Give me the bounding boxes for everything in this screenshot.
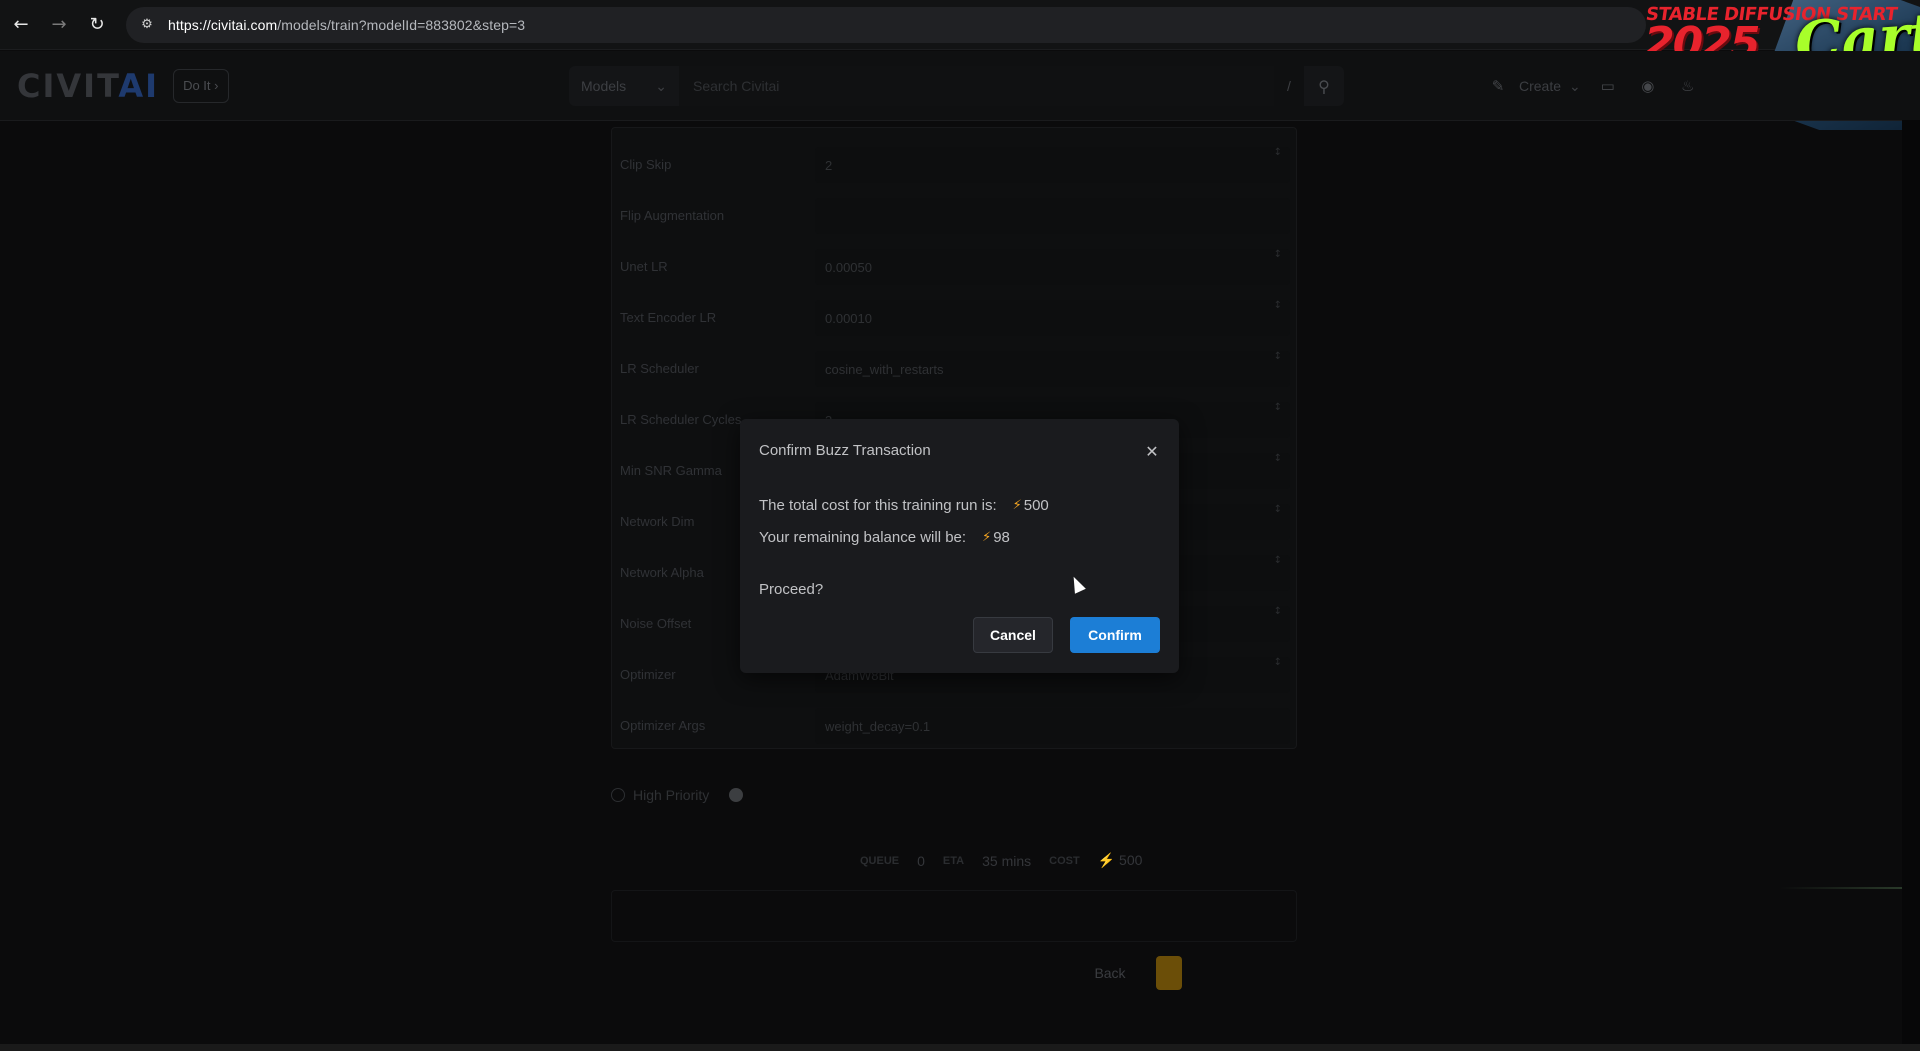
address-bar[interactable]: ⚙ https://civitai.com/models/train?model… (126, 6, 1646, 43)
select-arrow-icon[interactable]: ↕ (1274, 657, 1282, 668)
reload-icon[interactable]: ↻ (80, 8, 114, 42)
bottom-bar (0, 1044, 1920, 1051)
url-host: https://civitai.com (168, 16, 278, 33)
forward-arrow-icon[interactable]: → (42, 8, 76, 42)
info-icon (611, 788, 625, 802)
do-it-button[interactable]: Do It › (173, 68, 229, 103)
stepper-icon[interactable]: ↕ (1274, 249, 1282, 260)
form-input[interactable]: 0.00050 (815, 249, 1290, 285)
back-arrow-icon[interactable]: ← (4, 8, 38, 42)
form-row: Unet LR 0.00050 ↕ (612, 242, 1298, 293)
eta-label: ETA (942, 854, 965, 867)
form-label: Min SNR Gamma (620, 463, 722, 478)
high-priority-toggle[interactable] (729, 788, 744, 802)
logo-left: CIVIT (17, 66, 119, 105)
civitai-logo[interactable]: CIVITAI (17, 67, 159, 105)
modal-title: Confirm Buzz Transaction (759, 442, 931, 459)
form-label: LR Scheduler Cycles (620, 412, 742, 427)
form-label: Clip Skip (620, 157, 672, 172)
form-row: Text Encoder LR 0.00010 ↕ (612, 293, 1298, 344)
form-label: Flip Augmentation (620, 208, 725, 223)
cost-value: ⚡ 500 (1098, 852, 1143, 869)
stats-container (611, 890, 1297, 942)
url-text[interactable]: https://civitai.com/models/train?modelId… (168, 17, 525, 33)
high-priority-row: High Priority (611, 787, 744, 803)
form-row: Clip Skip 2 ↕ (612, 140, 1298, 191)
queue-value: 0 (917, 852, 925, 869)
lightning-bolt-icon: ⚡ (1097, 852, 1116, 868)
create-button[interactable]: ✎ Create ⌄ (1485, 73, 1581, 99)
form-row: Flip Augmentation (612, 191, 1298, 242)
search-input[interactable]: Search Civitai (679, 66, 1274, 106)
form-label: Unet LR (620, 259, 668, 274)
header-actions: ✎ Create ⌄ ▭ ◉ ♨ (1485, 73, 1701, 99)
confirm-buzz-modal: Confirm Buzz Transaction ✕ The total cos… (740, 419, 1179, 673)
stepper-icon[interactable]: ↕ (1274, 453, 1282, 464)
search-bar: Models ⌄ Search Civitai / ⚲ (569, 66, 1344, 106)
chevron-right-icon: › (214, 78, 219, 93)
stepper-icon[interactable]: ↕ (1274, 300, 1282, 311)
overlay-line (1780, 887, 1902, 889)
search-icon[interactable]: ⚲ (1304, 66, 1344, 106)
monitor-icon[interactable]: ▭ (1595, 73, 1621, 99)
back-button[interactable]: Back (1090, 956, 1130, 990)
form-label: Optimizer (620, 667, 676, 682)
training-stats: QUEUE 0 ETA 35 mins COST ⚡ 500 (860, 852, 1142, 869)
eye-icon[interactable]: ◉ (1635, 73, 1661, 99)
stepper-icon[interactable]: ↕ (1274, 555, 1282, 566)
stepper-icon[interactable]: ↕ (1274, 606, 1282, 617)
balance-amount: ⚡ 98 (982, 529, 1010, 546)
form-row: Optimizer Args weight_decay=0.1 (612, 701, 1298, 752)
stepper-icon[interactable]: ↕ (1274, 147, 1282, 158)
url-path: /models/train?modelId=883802&step=3 (277, 16, 526, 33)
select-arrow-icon[interactable]: ↕ (1274, 351, 1282, 362)
submit-button[interactable] (1156, 956, 1182, 990)
form-input[interactable]: 0.00010 (815, 300, 1290, 336)
high-priority-label: High Priority (633, 787, 710, 803)
brush-icon: ✎ (1491, 77, 1505, 95)
form-input[interactable]: 2 (815, 147, 1290, 183)
create-label: Create (1519, 78, 1562, 94)
form-row: LR Scheduler cosine_with_restarts ↕ (612, 344, 1298, 395)
lightning-bolt-icon: ⚡ (982, 530, 992, 545)
form-label: Network Dim (620, 514, 695, 529)
form-label: Noise Offset (620, 616, 692, 631)
form-label: LR Scheduler (620, 361, 699, 376)
balance-value: 98 (993, 529, 1010, 546)
search-type-select[interactable]: Models ⌄ (569, 66, 679, 106)
balance-text: Your remaining balance will be: (759, 529, 967, 546)
queue-label: QUEUE (860, 854, 900, 867)
close-icon[interactable]: ✕ (1140, 439, 1164, 463)
search-type-label: Models (581, 78, 627, 94)
chevron-down-icon: ⌄ (655, 77, 667, 94)
total-cost-value: 500 (1023, 497, 1049, 514)
bell-icon[interactable]: ♨ (1675, 73, 1701, 99)
stepper-icon[interactable]: ↕ (1274, 402, 1282, 413)
total-cost-amount: ⚡ 500 (1013, 497, 1049, 514)
proceed-text: Proceed? (759, 581, 824, 598)
total-cost-line: The total cost for this training run is:… (759, 497, 1049, 514)
site-settings-icon[interactable]: ⚙ (138, 16, 156, 34)
form-input[interactable] (815, 198, 1290, 234)
balance-line: Your remaining balance will be: ⚡ 98 (759, 529, 1010, 546)
form-select[interactable]: cosine_with_restarts (815, 351, 1290, 387)
right-edge (1902, 120, 1920, 1044)
form-label: Optimizer Args (620, 718, 706, 733)
lightning-bolt-icon: ⚡ (1012, 498, 1022, 513)
total-cost-text: The total cost for this training run is: (759, 497, 997, 514)
form-input[interactable]: weight_decay=0.1 (815, 708, 1290, 744)
eta-value: 35 mins (982, 852, 1032, 869)
form-label: Network Alpha (620, 565, 704, 580)
confirm-button[interactable]: Confirm (1070, 617, 1160, 653)
chevron-down-icon: ⌄ (1569, 77, 1581, 94)
form-label: Text Encoder LR (620, 310, 717, 325)
do-it-label: Do It (183, 78, 211, 93)
cost-amount: 500 (1119, 852, 1143, 868)
cancel-button[interactable]: Cancel (973, 617, 1053, 653)
stepper-icon[interactable]: ↕ (1274, 504, 1282, 515)
search-shortcut-hint: / (1287, 78, 1291, 94)
cost-label: COST (1049, 854, 1080, 867)
logo-right: AI (118, 66, 160, 105)
app-header: CIVITAI Do It › Models ⌄ Search Civitai /… (0, 51, 1920, 121)
